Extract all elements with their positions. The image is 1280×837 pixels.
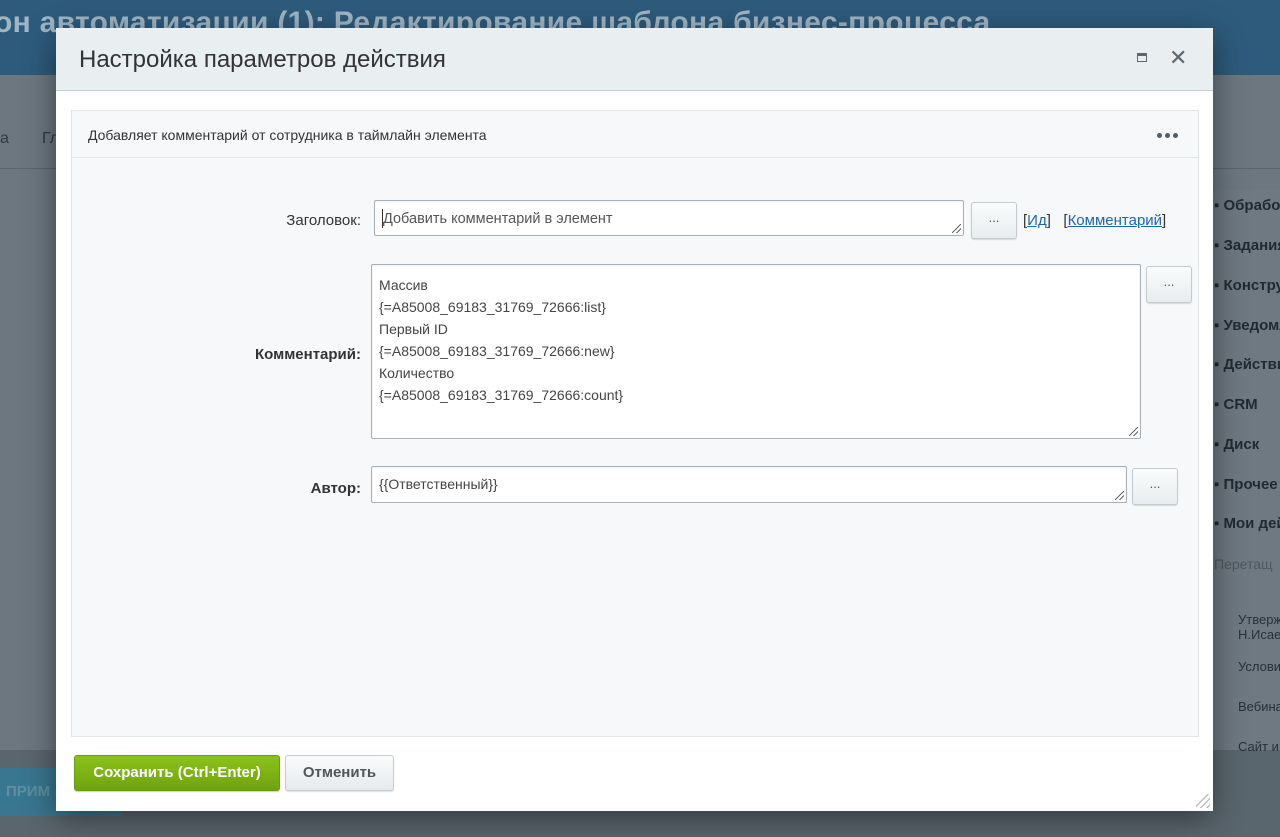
title-insert-button[interactable]: ...	[971, 202, 1017, 239]
dialog-resize-handle-icon[interactable]	[1196, 794, 1210, 808]
title-field-label: Заголовок:	[286, 212, 361, 229]
resize-handle-icon[interactable]	[1129, 427, 1138, 436]
comment-field-value: Массив {=A85008_69183_31769_72666:list} …	[379, 265, 1133, 406]
title-links: [Ид] [Комментарий]	[1023, 212, 1167, 229]
background-sidebar-item: ▪ Обработ	[1214, 197, 1280, 214]
comment-line: {=A85008_69183_31769_72666:count}	[379, 387, 624, 403]
background-sidebar-item: Услови	[1238, 659, 1280, 674]
text-caret	[382, 209, 383, 228]
author-field-value: {{Ответственный}}	[379, 476, 498, 492]
more-icon[interactable]	[1157, 133, 1178, 138]
id-link[interactable]: Ид	[1027, 212, 1047, 229]
comment-line: Первый ID	[379, 321, 448, 337]
background-sidebar-item: ▪ Диск	[1214, 436, 1260, 453]
comment-line: {=A85008_69183_31769_72666:new}	[379, 343, 615, 359]
background-tab: а	[0, 130, 9, 147]
background-sidebar-item: ▪ Задания	[1214, 237, 1280, 254]
settings-panel: Добавляет комментарий от сотрудника в та…	[71, 110, 1199, 737]
comment-link[interactable]: Комментарий	[1068, 212, 1162, 229]
title-field[interactable]: Добавить комментарий в элемент	[374, 200, 964, 236]
background-sidebar-item: ▪ Уведомл	[1214, 317, 1280, 334]
background-sidebar-item: Утверж Н.Исае	[1238, 612, 1280, 642]
background-drag-hint: Перетащ	[1214, 556, 1273, 572]
author-select-button[interactable]: ...	[1132, 468, 1178, 505]
comment-line: Количество	[379, 365, 455, 381]
comment-line: Массив	[379, 277, 428, 293]
background-sidebar-item: ▪ Прочее	[1214, 476, 1278, 493]
comment-insert-button[interactable]: ...	[1146, 266, 1192, 303]
save-button[interactable]: Сохранить (Ctrl+Enter)	[74, 755, 280, 791]
author-field[interactable]: {{Ответственный}}	[371, 466, 1127, 503]
maximize-icon[interactable]	[1137, 53, 1147, 62]
dialog-header: Настройка параметров действия ✕	[56, 28, 1213, 91]
comment-field-label: Комментарий:	[254, 346, 361, 363]
comment-line: {=A85008_69183_31769_72666:list}	[379, 299, 606, 315]
panel-header: Добавляет комментарий от сотрудника в та…	[72, 111, 1198, 158]
background-sidebar-item: ▪ Констру	[1214, 277, 1280, 294]
background-sidebar-item: Сайт и	[1238, 739, 1279, 754]
background-sidebar-item: ▪ Действи	[1214, 356, 1280, 373]
resize-handle-icon[interactable]	[1115, 491, 1124, 500]
comment-field[interactable]: Массив {=A85008_69183_31769_72666:list} …	[371, 264, 1141, 439]
action-description: Добавляет комментарий от сотрудника в та…	[88, 127, 487, 143]
resize-handle-icon[interactable]	[952, 224, 961, 233]
close-icon[interactable]: ✕	[1169, 46, 1187, 70]
action-settings-dialog: Настройка параметров действия ✕ Добавляе…	[56, 28, 1213, 811]
background-sidebar-item: ▪ Мои дей	[1214, 515, 1280, 532]
dialog-title: Настройка параметров действия	[79, 46, 446, 73]
background-sidebar-item: Вебина	[1238, 699, 1280, 714]
author-field-label: Автор:	[310, 480, 361, 497]
cancel-button[interactable]: Отменить	[285, 755, 394, 791]
background-sidebar-item: ▪ CRM	[1214, 396, 1258, 413]
title-field-value: Добавить комментарий в элемент	[383, 211, 613, 227]
